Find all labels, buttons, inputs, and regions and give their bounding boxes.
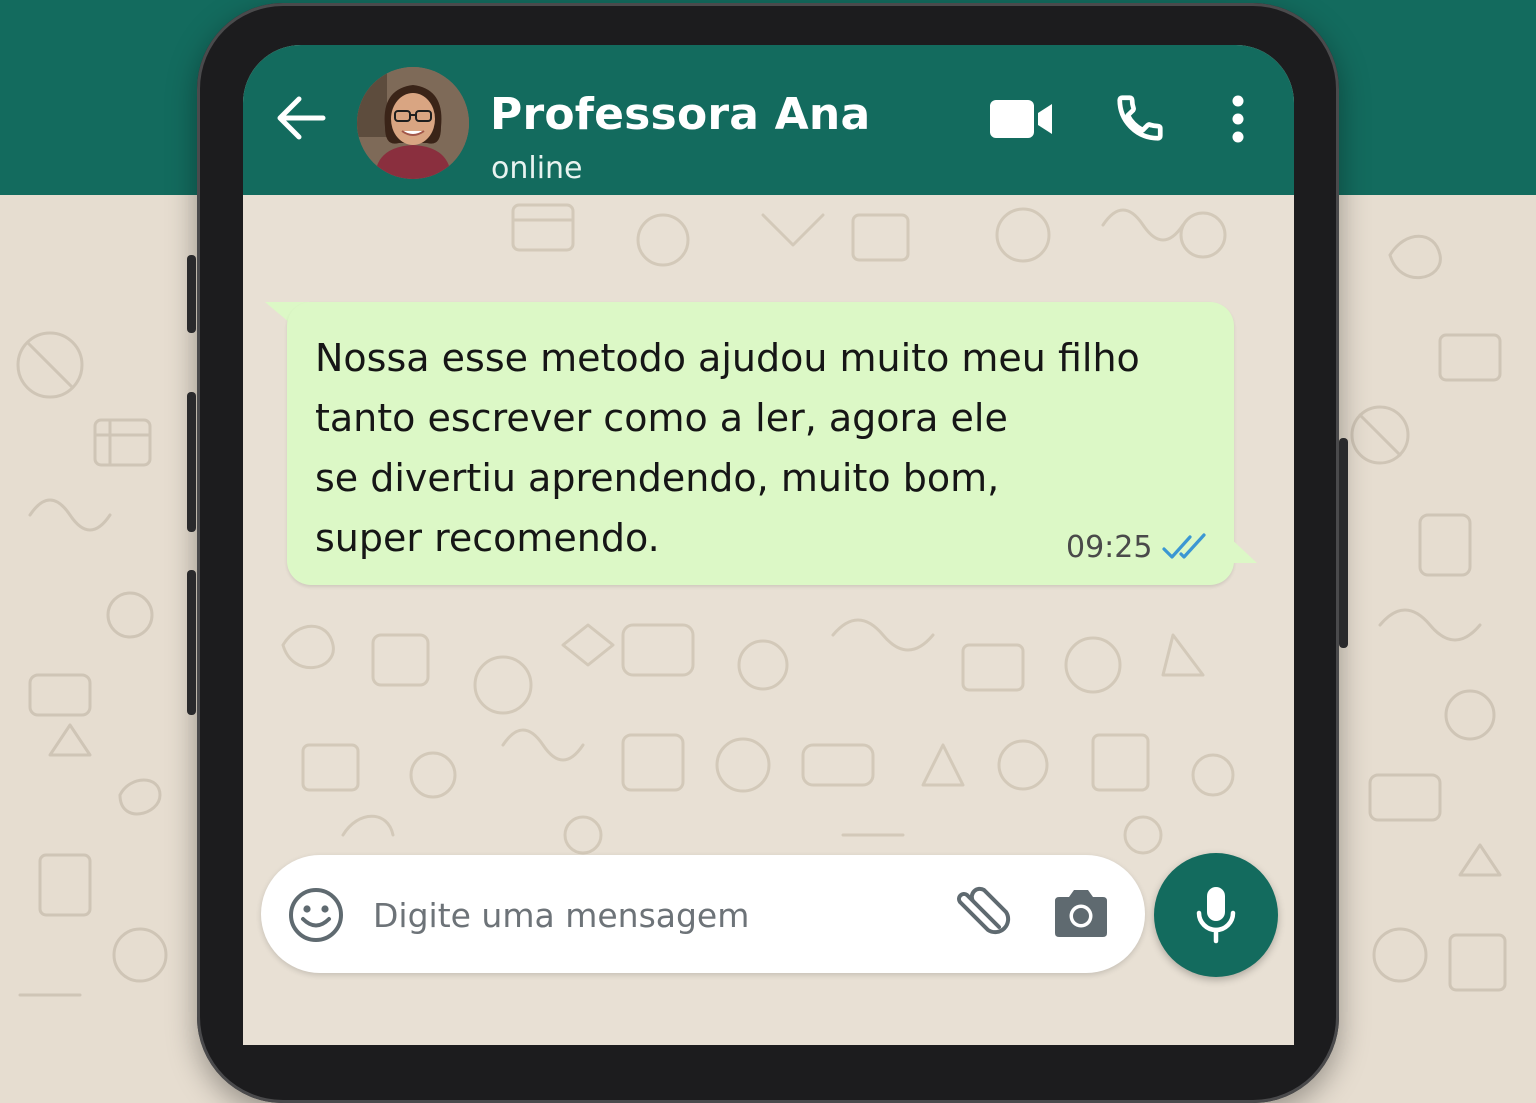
phone-side-button — [187, 392, 196, 532]
message-bubble[interactable]: Nossa esse metodo ajudou muito meu filho… — [287, 302, 1234, 585]
chat-header: Professora Ana online — [243, 45, 1294, 195]
message-text: Nossa esse metodo ajudou muito meu filho… — [315, 336, 1140, 560]
microphone-button[interactable] — [1154, 853, 1278, 977]
phone-screen: Professora Ana online Nossa esse metodo … — [243, 45, 1294, 1045]
phone-side-button — [187, 570, 196, 715]
paperclip-icon[interactable] — [951, 883, 1013, 943]
arrow-left-icon[interactable] — [273, 93, 329, 143]
contact-name[interactable]: Professora Ana — [490, 89, 870, 140]
video-camera-icon[interactable] — [988, 98, 1054, 140]
phone-side-button — [187, 255, 196, 333]
bubble-tail — [1227, 535, 1257, 563]
phone-side-button — [1339, 438, 1348, 648]
emoji-smile-icon[interactable] — [287, 886, 345, 944]
message-input[interactable] — [371, 875, 935, 955]
contact-status: online — [491, 151, 583, 186]
avatar-portrait — [357, 67, 469, 179]
message-composer — [261, 855, 1145, 973]
double-check-read-icon — [1162, 533, 1206, 559]
camera-icon[interactable] — [1051, 885, 1111, 941]
more-vertical-icon[interactable] — [1228, 95, 1248, 143]
message-time: 09:25 — [1066, 530, 1153, 565]
phone-icon[interactable] — [1113, 91, 1167, 145]
avatar[interactable] — [357, 67, 469, 179]
microphone-icon — [1196, 887, 1236, 944]
